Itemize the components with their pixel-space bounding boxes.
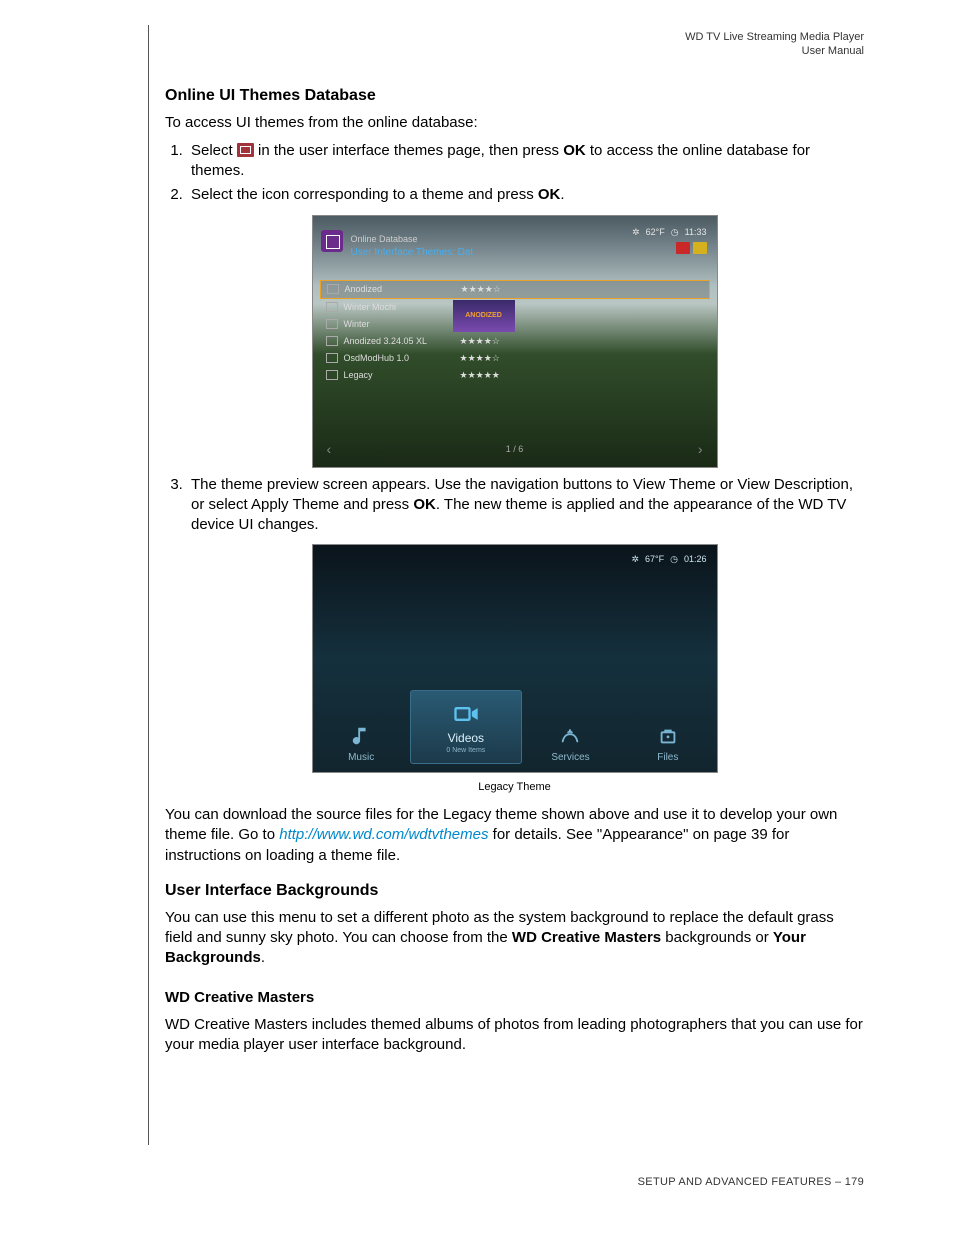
ok-key: OK [413,496,436,513]
time: 11:33 [685,226,707,238]
caption-legacy: Legacy Theme [165,780,864,795]
intro-online: To access UI themes from the online data… [165,113,864,133]
theme-rating: ★★★★★ [460,369,500,381]
download-paragraph: You can download the source files for th… [165,805,864,866]
theme-icon [326,302,338,312]
services-icon [559,725,581,747]
theme-name: Legacy [344,369,454,381]
heading-wd-creative-masters: WD Creative Masters [165,988,864,1008]
theme-rating: ★★★★☆ [460,352,500,364]
theme-name: OsdModHub 1.0 [344,352,454,364]
theme-db-icon [237,143,254,157]
theme-row: Winter [320,316,710,333]
theme-icon [326,370,338,380]
theme-rating: ★★★★☆ [460,335,500,347]
page-header: WD TV Live Streaming Media Player User M… [685,30,864,59]
page-indicator: 1 / 6 [506,443,524,455]
header-product: WD TV Live Streaming Media Player [685,30,864,44]
status-bar: ✲ 62°F ◷ 11:33 [632,226,706,238]
weather-icon: ✲ [631,553,639,565]
ok-key: OK [563,142,586,159]
wcm-paragraph: WD Creative Masters includes themed albu… [165,1015,864,1056]
theme-icon [326,336,338,346]
time: 01:26 [684,553,707,565]
header-manual: User Manual [685,44,864,58]
s1-title: Online Database [351,233,418,245]
menu-videos: Videos 0 New Items [410,690,522,764]
music-icon [350,725,372,747]
heading-online-ui-themes: Online UI Themes Database [165,85,864,107]
clock-icon: ◷ [670,553,678,565]
temp: 67°F [645,553,664,565]
theme-icon [326,319,338,329]
theme-name: Winter Mochi [344,301,454,313]
theme-icon [326,353,338,363]
pager: ‹ 1 / 6 › [313,440,717,459]
nav-left-icon: ‹ [327,440,332,459]
theme-row: Winter Mochi [320,299,710,316]
menu-files: Files [619,704,716,764]
page-footer: SETUP AND ADVANCED FEATURES – 179 [638,1175,864,1190]
temp: 62°F [646,226,665,238]
theme-row: OsdModHub 1.0 ★★★★☆ [320,350,710,367]
status-bar: ✲ 67°F ◷ 01:26 [631,553,706,565]
theme-list: Anodized ★★★★☆ Winter Mochi Winter Anodized … [320,280,710,384]
s1-subtitle: User Interface Themes: Dat [351,246,474,260]
left-divider [148,25,149,1145]
theme-row: Legacy ★★★★★ [320,367,710,384]
theme-preview-thumb: ANODIZED [453,300,515,332]
theme-name: Winter [344,318,454,330]
theme-rating: ★★★★☆ [461,283,501,295]
step-2: Select the icon corresponding to a theme… [187,185,864,205]
files-icon [657,725,679,747]
nav-right-icon: › [698,440,703,459]
yellow-action-icon [693,242,707,254]
weather-icon: ✲ [632,226,640,238]
bg-paragraph: You can use this menu to set a different… [165,908,864,969]
theme-name: Anodized [345,283,455,295]
menu-music: Music [313,704,410,764]
menu-services: Services [522,704,619,764]
section-icon [321,230,343,252]
red-action-icon [676,242,690,254]
screenshot-legacy-theme: ✲ 67°F ◷ 01:26 Music Videos 0 New Items … [313,545,717,772]
theme-row: Anodized 3.24.05 XL ★★★★☆ [320,333,710,350]
theme-name: Anodized 3.24.05 XL [344,335,454,347]
theme-icon [327,284,339,294]
theme-row: Anodized ★★★★☆ [320,280,710,299]
step-1: Select in the user interface themes page… [187,141,864,182]
action-icons [676,242,707,254]
heading-ui-backgrounds: User Interface Backgrounds [165,880,864,902]
themes-link[interactable]: http://www.wd.com/wdtvthemes [279,826,488,843]
screenshot-online-database: Online Database User Interface Themes: D… [313,216,717,467]
menu-bar: Music Videos 0 New Items Services Files [313,692,717,764]
step-3: The theme preview screen appears. Use th… [187,475,864,536]
video-icon [452,700,480,728]
clock-icon: ◷ [671,226,679,238]
ok-key: OK [538,186,561,203]
